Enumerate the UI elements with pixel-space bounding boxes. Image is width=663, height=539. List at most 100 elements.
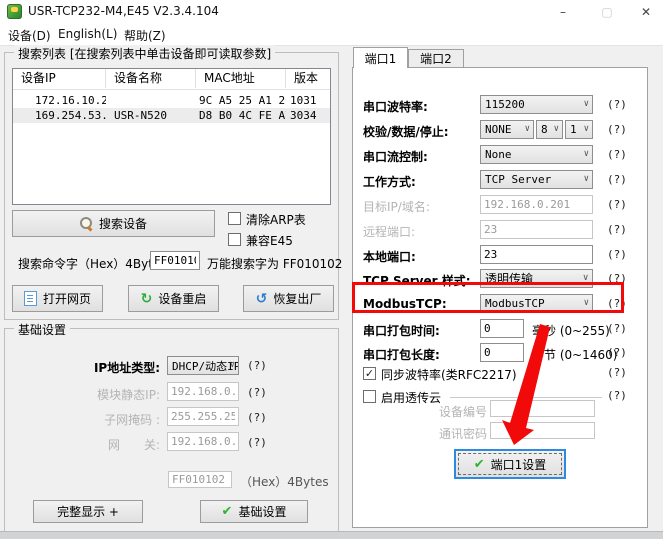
subnet-mask-input[interactable] <box>167 407 239 426</box>
app-icon <box>7 4 22 19</box>
remote-port-input[interactable] <box>480 220 593 239</box>
static-ip-input[interactable] <box>167 382 239 401</box>
parity-label: 校验/数据/停止: <box>363 123 449 140</box>
factory-reset-button[interactable]: ↺ 恢复出厂 <box>243 285 334 312</box>
compat-e45-label: 兼容E45 <box>246 232 293 249</box>
modbus-help[interactable]: (?) <box>607 297 627 310</box>
tcp-style-select[interactable]: 透明传输 ∨ <box>480 269 593 288</box>
device-restart-button[interactable]: ↻ 设备重启 <box>128 285 219 312</box>
subnet-mask-help[interactable]: (?) <box>247 411 267 424</box>
clear-arp-checkbox[interactable] <box>228 212 241 225</box>
workmode-select[interactable]: TCP Server ∨ <box>480 170 593 189</box>
search-cmd-label: 搜索命令字（Hex）4Bytes <box>18 255 167 272</box>
pack-time-input[interactable] <box>480 319 524 338</box>
remote-port-help[interactable]: (?) <box>607 223 627 236</box>
device-number-label: 设备编号 <box>387 403 487 420</box>
cloud-checkbox[interactable] <box>363 390 376 403</box>
maximize-button[interactable]: ▢ <box>590 0 624 24</box>
minimize-button[interactable]: – <box>546 0 580 24</box>
ip-type-select[interactable]: DHCP/动态IP ∨ <box>167 356 239 375</box>
search-cmd-input[interactable] <box>150 251 200 270</box>
cloud-help[interactable]: (?) <box>607 389 627 402</box>
basic-settings-apply-button[interactable]: ✔ 基础设置 <box>200 500 308 523</box>
pack-length-help[interactable]: (?) <box>607 346 627 359</box>
sync-baud-checkbox[interactable]: ✓ <box>363 367 376 380</box>
chevron-down-icon: ∨ <box>525 124 530 134</box>
workmode-help[interactable]: (?) <box>607 173 627 186</box>
local-port-help[interactable]: (?) <box>607 248 627 261</box>
pack-length-suffix: 字节 (0~1460) <box>532 346 617 363</box>
parity-select[interactable]: NONE ∨ <box>480 120 534 139</box>
comm-password-input[interactable] <box>490 422 595 439</box>
cell-ip: 169.254.53.167 <box>35 108 106 123</box>
parity-help[interactable]: (?) <box>607 123 627 136</box>
workmode-value: TCP Server <box>485 173 551 186</box>
static-ip-label: 模块静态IP: <box>60 386 160 403</box>
full-display-button[interactable]: 完整显示 + <box>33 500 143 523</box>
local-port-input[interactable] <box>480 245 593 264</box>
col-device-name[interactable]: 设备名称 <box>106 69 196 88</box>
col-version[interactable]: 版本 <box>286 69 330 88</box>
device-number-input[interactable] <box>490 400 595 417</box>
col-device-ip[interactable]: 设备IP <box>13 69 106 88</box>
col-mac[interactable]: MAC地址 <box>196 69 286 88</box>
flow-select[interactable]: None ∨ <box>480 145 593 164</box>
ip-type-help[interactable]: (?) <box>247 359 267 372</box>
check-icon: ✔ <box>222 504 233 519</box>
dest-ip-input[interactable] <box>480 195 593 214</box>
port1-settings-button[interactable]: ✔ 端口1设置 <box>454 449 566 479</box>
workmode-label: 工作方式: <box>363 173 416 190</box>
menu-help[interactable]: 帮助(Z) <box>124 27 166 44</box>
menu-bar: 设备(D) English(L) 帮助(Z) <box>0 24 663 46</box>
baud-value: 115200 <box>485 98 525 111</box>
search-device-label: 搜索设备 <box>99 215 147 232</box>
device-table-header: 设备IP 设备名称 MAC地址 版本 <box>13 69 330 90</box>
basic-hex-input[interactable] <box>168 471 232 488</box>
flow-help[interactable]: (?) <box>607 148 627 161</box>
chevron-down-icon: ∨ <box>584 174 589 184</box>
menu-device[interactable]: 设备(D) <box>8 27 51 44</box>
subnet-mask-label: 子网掩码 : <box>60 411 160 428</box>
pack-time-suffix: 毫秒 (0~255) <box>532 322 610 339</box>
tab-port1[interactable]: 端口1 <box>353 47 408 68</box>
chevron-down-icon: ∨ <box>230 360 235 370</box>
compat-e45-checkbox[interactable] <box>228 233 241 246</box>
basic-settings-group-title: 基础设置 <box>14 321 70 338</box>
full-display-label: 完整显示 + <box>57 503 119 520</box>
flow-value: None <box>485 148 512 161</box>
modbus-select[interactable]: ModbusTCP ∨ <box>480 294 593 313</box>
pack-time-label: 串口打包时间: <box>363 322 440 339</box>
chevron-down-icon: ∨ <box>584 99 589 109</box>
static-ip-help[interactable]: (?) <box>247 386 267 399</box>
baud-label: 串口波特率: <box>363 98 428 115</box>
basic-hex-suffix: （Hex）4Bytes <box>240 473 329 490</box>
table-row-selected[interactable]: 169.254.53.167 USR-N520 D8 B0 4C FE A7 3… <box>13 108 330 123</box>
modbus-label: ModbusTCP: <box>363 297 447 311</box>
databits-select[interactable]: 8 ∨ <box>536 120 563 139</box>
gateway-input[interactable] <box>167 432 239 451</box>
baud-help[interactable]: (?) <box>607 98 627 111</box>
app-window: USR-TCP232-M4,E45 V2.3.4.104 – ▢ ✕ 设备(D)… <box>0 0 663 539</box>
factory-reset-label: 恢复出厂 <box>273 290 321 307</box>
open-webpage-button[interactable]: 打开网页 <box>12 285 103 312</box>
dest-ip-help[interactable]: (?) <box>607 198 627 211</box>
pack-length-input[interactable] <box>480 343 524 362</box>
remote-port-label: 远程端口: <box>363 223 415 240</box>
cell-version: 3034 <box>290 108 330 123</box>
chevron-down-icon: ∨ <box>584 124 589 134</box>
table-row[interactable]: 172.16.10.217 9C A5 25 A1 2C CC 1031 <box>13 93 330 108</box>
pack-time-help[interactable]: (?) <box>607 322 627 335</box>
clear-arp-label: 清除ARP表 <box>246 211 306 228</box>
flow-label: 串口流控制: <box>363 148 428 165</box>
tab-port2[interactable]: 端口2 <box>408 49 464 67</box>
gateway-help[interactable]: (?) <box>247 436 267 449</box>
close-button[interactable]: ✕ <box>629 0 663 24</box>
sync-baud-help[interactable]: (?) <box>607 366 627 379</box>
menu-english[interactable]: English(L) <box>58 27 117 41</box>
baud-select[interactable]: 115200 ∨ <box>480 95 593 114</box>
search-device-button[interactable]: 搜索设备 <box>12 210 215 237</box>
dest-ip-label: 目标IP/域名: <box>363 198 430 215</box>
webpage-icon <box>24 291 37 306</box>
tcp-style-help[interactable]: (?) <box>607 272 627 285</box>
stopbits-select[interactable]: 1 ∨ <box>565 120 593 139</box>
